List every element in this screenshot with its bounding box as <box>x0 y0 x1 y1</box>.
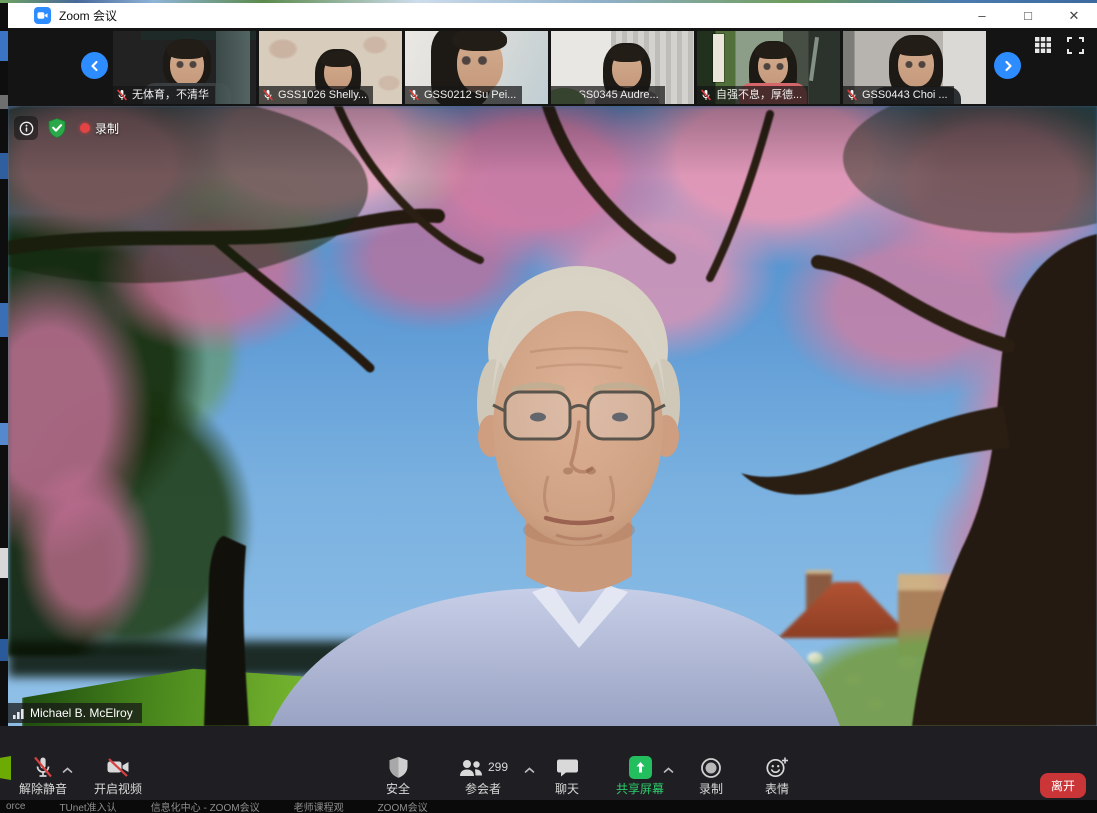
participant-thumbnail[interactable]: 无体育，不清华 <box>113 31 256 104</box>
muted-mic-icon <box>554 89 566 101</box>
taskbar-item[interactable]: orce <box>6 801 25 812</box>
meeting-info-icon[interactable] <box>14 116 38 140</box>
participants-button[interactable]: 299 参会者 <box>448 755 518 796</box>
speaker-person <box>8 106 1097 726</box>
gallery-view-icon[interactable] <box>1034 36 1052 54</box>
leave-meeting-button[interactable]: 离开 <box>1040 773 1086 798</box>
minimize-button[interactable]: – <box>959 3 1005 28</box>
participant-thumbnail[interactable]: GSS0443 Choi ... <box>843 31 986 104</box>
taskbar-item[interactable]: 信息化中心 - ZOOM会议 <box>151 800 260 813</box>
participant-name-badge: GSS0212 Su Pei... <box>405 86 522 104</box>
zoom-meeting-window: Zoom 会议 – □ ✕ 无体育，不清华 <box>0 0 1097 813</box>
muted-mic-icon <box>116 89 128 101</box>
overlay-logo-fragment <box>0 756 11 780</box>
desktop-fragment <box>0 31 8 61</box>
participant-thumbnail[interactable]: 自强不息，厚德... <box>697 31 840 104</box>
view-controls <box>1034 36 1084 54</box>
share-options-chevron[interactable] <box>663 767 674 774</box>
taskbar-sliver: orce TUnet准入认 信息化中心 - ZOOM会议 老师课程观 ZOOM会… <box>0 800 1097 813</box>
record-button[interactable]: 录制 <box>679 755 743 796</box>
window-controls: – □ ✕ <box>959 3 1097 28</box>
filmstrip-previous-button[interactable] <box>81 52 108 79</box>
maximize-button[interactable]: □ <box>1005 3 1051 28</box>
participant-thumbnail[interactable]: GSS0212 Su Pei... <box>405 31 548 104</box>
desktop-left-sliver <box>0 3 8 800</box>
security-button[interactable]: 安全 <box>366 755 430 796</box>
participants-count: 299 <box>488 761 508 774</box>
security-shield-icon[interactable] <box>45 116 69 140</box>
thumbnail-list: 无体育，不清华 GSS1026 Shelly... <box>113 31 986 104</box>
speaker-name-badge: Michael B. McElroy <box>8 703 142 723</box>
participant-name-badge: 无体育，不清华 <box>113 86 215 104</box>
desktop-fragment <box>0 423 8 445</box>
start-video-button[interactable]: 开启视频 <box>86 755 150 796</box>
desktop-fragment <box>0 548 8 578</box>
speaker-video-feed[interactable]: 录制 Michael B. McElroy <box>8 106 1097 726</box>
camera-muted-icon <box>105 755 131 779</box>
participant-thumbnail[interactable]: GSS1026 Shelly... <box>259 31 402 104</box>
smiley-plus-icon <box>765 755 789 779</box>
close-button[interactable]: ✕ <box>1051 3 1097 28</box>
participant-name-badge: GSS0443 Choi ... <box>843 86 954 104</box>
microphone-muted-icon <box>31 755 55 779</box>
reactions-button[interactable]: 表情 <box>745 755 809 796</box>
window-title: Zoom 会议 <box>59 7 117 24</box>
desktop-fragment <box>0 639 8 661</box>
desktop-fragment <box>0 303 8 337</box>
audio-level-icon <box>12 707 25 720</box>
recording-indicator: 录制 <box>80 120 119 137</box>
muted-mic-icon <box>408 89 420 101</box>
desktop-fragment <box>0 95 8 109</box>
participant-name-badge: GSS0345 Audre... <box>551 86 665 104</box>
speaker-name: Michael B. McElroy <box>30 706 133 720</box>
record-icon <box>700 755 722 779</box>
chat-bubble-icon <box>556 755 579 779</box>
participants-icon <box>458 757 484 779</box>
taskbar-item[interactable]: ZOOM会议 <box>378 800 428 813</box>
desktop-fragment <box>0 153 8 179</box>
zoom-app-icon <box>34 7 51 24</box>
shield-icon <box>388 755 409 779</box>
video-overlays: 录制 <box>14 116 119 140</box>
recording-dot-icon <box>80 123 90 133</box>
share-screen-icon <box>629 756 652 779</box>
muted-mic-icon <box>262 89 274 101</box>
muted-mic-icon <box>846 89 858 101</box>
participant-name-badge: 自强不息，厚德... <box>697 86 808 104</box>
filmstrip-next-button[interactable] <box>994 52 1021 79</box>
title-bar: Zoom 会议 – □ ✕ <box>8 3 1097 28</box>
participants-options-chevron[interactable] <box>524 767 535 774</box>
share-screen-button[interactable]: 共享屏幕 <box>608 755 672 796</box>
taskbar-item[interactable]: TUnet准入认 <box>59 800 116 813</box>
unmute-options-chevron[interactable] <box>62 767 73 774</box>
participants-filmstrip: 无体育，不清华 GSS1026 Shelly... <box>8 28 1097 106</box>
participant-thumbnail[interactable]: GSS0345 Audre... <box>551 31 694 104</box>
muted-mic-icon <box>700 89 712 101</box>
fullscreen-icon[interactable] <box>1067 37 1084 54</box>
participant-name-badge: GSS1026 Shelly... <box>259 86 373 104</box>
taskbar-item[interactable]: 老师课程观 <box>294 800 344 813</box>
meeting-toolbar: 解除静音 开启视频 安全 299 参会者 聊 <box>0 726 1097 800</box>
chat-button[interactable]: 聊天 <box>535 755 599 796</box>
unmute-button[interactable]: 解除静音 <box>11 755 75 796</box>
